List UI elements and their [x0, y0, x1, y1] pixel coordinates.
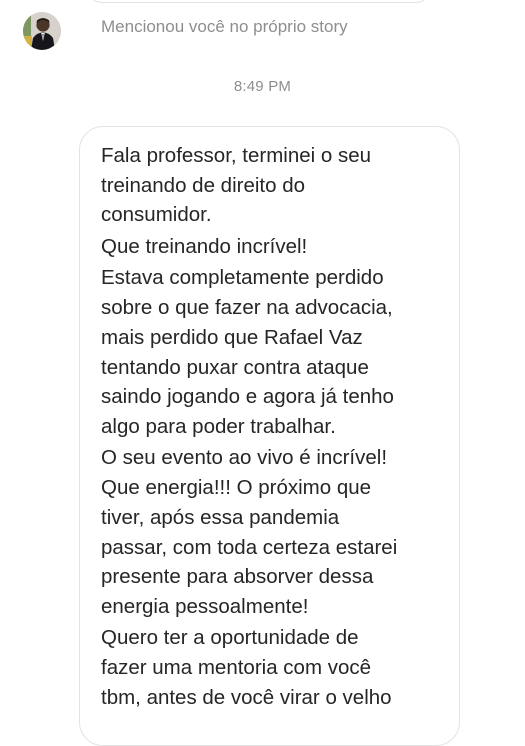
user-avatar-icon	[23, 12, 61, 50]
message-paragraph: Fala professor, terminei o seu treinando…	[101, 141, 446, 230]
message-paragraph: Que treinando incrível!	[101, 232, 446, 262]
message-line: tentando puxar contra ataque	[101, 355, 369, 379]
message-line: Estava completamente perdido	[101, 266, 384, 290]
previous-message-bubble[interactable]	[86, 0, 432, 3]
message-line: Quero ter a oportunidade de	[101, 626, 359, 650]
message-line: presente para absorver dessa	[101, 565, 374, 589]
story-mention-text: Mencionou você no próprio story	[101, 17, 348, 36]
message-line: algo para poder trabalhar.	[101, 414, 336, 438]
message-paragraph: Quero ter a oportunidade de fazer uma me…	[101, 623, 446, 712]
message-paragraph: Estava completamente perdido sobre o que…	[101, 263, 446, 441]
sender-avatar[interactable]	[23, 12, 61, 50]
message-line: energia pessoalmente!	[101, 594, 309, 618]
message-line: sobre o que fazer na advocacia,	[101, 296, 393, 320]
message-line: Que treinando incrível!	[101, 234, 308, 258]
message-line: tbm, antes de você virar o velho	[101, 685, 392, 709]
message-bubble[interactable]: Fala professor, terminei o seu treinando…	[79, 126, 460, 746]
message-text: Fala professor, terminei o seu treinando…	[101, 141, 446, 714]
message-line: saindo jogando e agora já tenho	[101, 385, 394, 409]
message-line: passar, com toda certeza estarei	[101, 535, 398, 559]
message-paragraph: O seu evento ao vivo é incrível! Que ene…	[101, 443, 446, 621]
message-line: tiver, após essa pandemia	[101, 505, 340, 529]
message-line: Que energia!!! O próximo que	[101, 476, 372, 500]
message-line: Fala professor, terminei o seu	[101, 144, 372, 167]
message-line: fazer uma mentoria com você	[101, 656, 372, 680]
message-line: O seu evento ao vivo é incrível!	[101, 446, 388, 470]
message-line: treinando de direito do	[101, 173, 306, 197]
message-timestamp: 8:49 PM	[233, 78, 292, 95]
message-line: consumidor.	[101, 203, 212, 227]
message-line: mais perdido que Rafael Vaz	[101, 325, 363, 349]
